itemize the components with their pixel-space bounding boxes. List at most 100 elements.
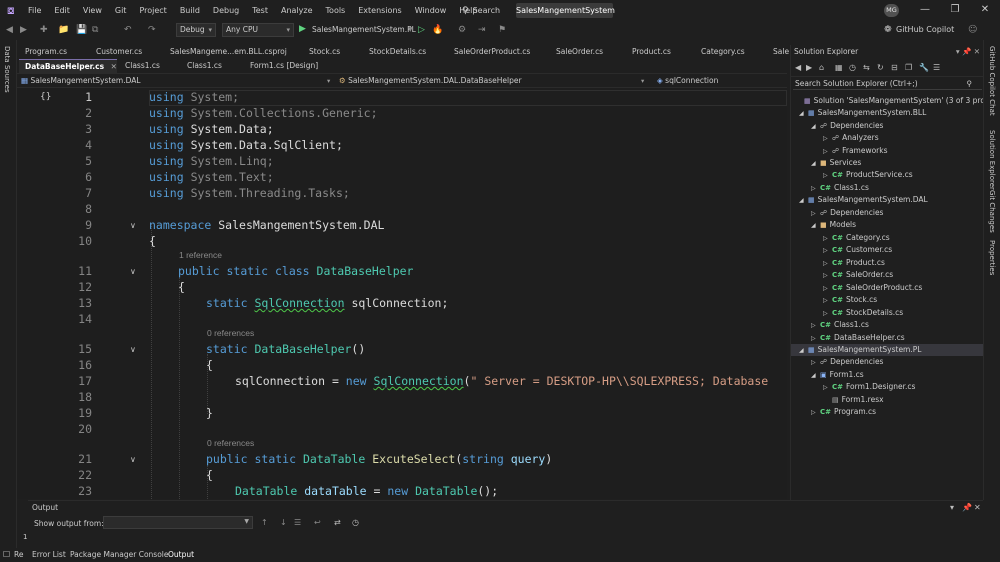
tree-node-project-dal[interactable]: ◢ ▦ SalesMangementSystem.DAL — [799, 194, 928, 206]
collapse-method-icon[interactable]: ∨ — [130, 455, 136, 464]
start-debugging-icon[interactable]: ▶ — [299, 24, 306, 34]
tree-node-analyzers[interactable]: ▷ ☍ Analyzers — [823, 132, 879, 144]
codelens-references[interactable]: 0 references — [207, 438, 254, 448]
next-message-icon[interactable]: ↓ — [280, 518, 287, 527]
collapse-constructor-icon[interactable]: ∨ — [130, 345, 136, 354]
codelens-references[interactable]: 1 reference — [179, 250, 222, 260]
back-icon[interactable]: ◀ — [795, 63, 801, 72]
global-search-button[interactable]: ⚲ Search — [462, 4, 500, 17]
menu-project[interactable]: Project — [139, 6, 166, 15]
tab-class1-cs-dal[interactable]: Class1.cs — [181, 59, 222, 73]
tree-node-file[interactable]: ▷ C# DataBaseHelper.cs — [811, 332, 905, 344]
menu-build[interactable]: Build — [180, 6, 200, 15]
tab-stock-cs[interactable]: Stock.cs — [303, 45, 340, 59]
github-copilot-button[interactable]: GitHub Copilot — [896, 25, 954, 34]
tab-class1-cs-bll[interactable]: Class1.cs — [119, 59, 160, 73]
collapse-class-icon[interactable]: ∨ — [130, 267, 136, 276]
tree-node-file[interactable]: ▷ C# SaleOrderProduct.cs — [823, 282, 922, 294]
redo-icon[interactable]: ↷ — [148, 25, 156, 35]
expanded-arrow-icon[interactable]: ◢ — [799, 195, 808, 207]
tree-node-project-bll[interactable]: ◢ ▦ SalesMangementSystem.BLL — [799, 107, 926, 119]
preview-icon[interactable]: ☰ — [933, 63, 940, 72]
tree-node-dependencies[interactable]: ▷ ☍ Dependencies — [811, 207, 883, 219]
properties-tab[interactable]: Properties — [988, 240, 996, 275]
account-avatar[interactable]: MG — [884, 4, 899, 17]
tree-node-file[interactable]: ▤ Form1.resx — [823, 394, 884, 406]
menu-git[interactable]: Git — [115, 6, 127, 15]
expanded-arrow-icon[interactable]: ◢ — [811, 158, 820, 170]
tree-node-file[interactable]: ▷ C# ProductService.cs — [823, 169, 913, 181]
find-message-icon[interactable]: ↑ — [261, 518, 268, 527]
refresh-icon[interactable]: ↻ — [877, 63, 884, 72]
tree-node-frameworks[interactable]: ▷ ☍ Frameworks — [823, 145, 888, 157]
timestamp-icon[interactable]: ◷ — [352, 518, 359, 527]
tab-error-list[interactable]: Error List — [32, 550, 66, 559]
tab-saleorderproduct-cs[interactable]: SaleOrderProduct.cs — [448, 45, 530, 59]
switch-views-icon[interactable]: ▦ — [835, 63, 843, 72]
tree-node-dependencies[interactable]: ▷ ☍ Dependencies — [811, 356, 883, 368]
pending-changes-filter-icon[interactable]: ◷ — [849, 63, 856, 72]
tree-node-form[interactable]: ◢ ▣ Form1.cs — [811, 369, 864, 381]
collapsed-arrow-icon[interactable]: ▷ — [823, 245, 832, 257]
menu-extensions[interactable]: Extensions — [358, 6, 401, 15]
start-without-debugging-icon[interactable]: ▷ — [418, 25, 425, 35]
step-icon[interactable]: ⇥ — [478, 25, 486, 35]
tree-node-dependencies[interactable]: ◢ ☍ Dependencies — [811, 120, 883, 132]
type-dropdown[interactable]: ⚙ SalesMangementSystem.DAL.DataBaseHelpe… — [339, 75, 654, 87]
collapsed-arrow-icon[interactable]: ▷ — [811, 407, 820, 419]
tab-stockdetails-cs[interactable]: StockDetails.cs — [363, 45, 426, 59]
expanded-arrow-icon[interactable]: ◢ — [811, 220, 820, 232]
expanded-arrow-icon[interactable]: ◢ — [799, 108, 808, 120]
tab-output[interactable]: Output — [168, 550, 194, 559]
forward-icon[interactable]: ▶ — [20, 25, 27, 35]
start-debugging-dropdown-icon[interactable]: ▾ — [408, 25, 413, 35]
collapsed-arrow-icon[interactable]: ▷ — [811, 357, 820, 369]
tab-bll-csproj[interactable]: SalesMangeme...em.BLL.csproj — [164, 45, 287, 59]
solution-platform-dropdown[interactable]: Any CPU ▾ — [222, 23, 294, 37]
tab-form1-design[interactable]: Form1.cs [Design] — [244, 59, 318, 73]
project-dropdown[interactable]: ▦ SalesMangementSystem.DAL ▾ — [21, 75, 336, 87]
expanded-arrow-icon[interactable]: ◢ — [799, 345, 808, 357]
close-icon[interactable]: ✕ — [976, 2, 994, 18]
tree-node-file[interactable]: ▷ C# Class1.cs — [811, 182, 869, 194]
close-tab-icon[interactable]: ✕ — [111, 62, 117, 71]
maximize-icon[interactable]: ❐ — [946, 2, 964, 18]
clear-all-icon[interactable]: ☰ — [294, 518, 301, 527]
menu-window[interactable]: Window — [415, 6, 447, 15]
collapsed-arrow-icon[interactable]: ▷ — [823, 270, 832, 282]
tree-node-services-folder[interactable]: ◢ ■ Services — [811, 157, 861, 169]
home-icon[interactable]: ⌂ — [819, 63, 824, 72]
collapsed-arrow-icon[interactable]: ▷ — [823, 170, 832, 182]
tree-node-file[interactable]: ▷ C# Product.cs — [823, 257, 885, 269]
code-editor[interactable]: {} 1 2 3 4 5 6 7 8 9 10 11 12 13 14 15 1… — [17, 88, 787, 499]
menu-edit[interactable]: Edit — [54, 6, 70, 15]
menu-analyze[interactable]: Analyze — [281, 6, 313, 15]
menu-test[interactable]: Test — [252, 6, 268, 15]
menu-view[interactable]: View — [83, 6, 102, 15]
solution-configuration-dropdown[interactable]: Debug ▾ — [176, 23, 216, 37]
data-sources-tab[interactable]: Data Sources — [3, 46, 11, 93]
feedback-icon[interactable]: ☺ — [968, 25, 977, 35]
menu-file[interactable]: File — [28, 6, 41, 15]
tab-sale-overflow[interactable]: Sale — [767, 45, 789, 59]
menu-tools[interactable]: Tools — [326, 6, 346, 15]
member-dropdown[interactable]: ◈ sqlConnection — [657, 75, 785, 87]
menu-debug[interactable]: Debug — [213, 6, 239, 15]
tree-node-file[interactable]: ▷ C# Customer.cs — [823, 244, 892, 256]
tree-node-file[interactable]: ▷ C# Program.cs — [811, 406, 876, 418]
minimize-icon[interactable]: — — [916, 2, 934, 18]
tree-node-models-folder[interactable]: ◢ ■ Models — [811, 219, 856, 231]
back-icon[interactable]: ◀ — [6, 25, 13, 35]
close-icon[interactable]: ✕ — [974, 503, 981, 512]
show-all-files-icon[interactable]: ❐ — [905, 63, 912, 72]
tab-saleorder-cs[interactable]: SaleOrder.cs — [550, 45, 603, 59]
quick-actions-icon[interactable]: {} — [40, 92, 51, 102]
output-source-dropdown[interactable]: ▼ — [103, 516, 253, 529]
collapsed-arrow-icon[interactable]: ▷ — [823, 382, 832, 394]
properties-icon[interactable]: 🔧 — [919, 63, 929, 72]
codelens-references[interactable]: 0 references — [207, 328, 254, 338]
expanded-arrow-icon[interactable]: ◢ — [811, 370, 820, 382]
forward-icon[interactable]: ▶ — [806, 63, 812, 72]
undo-icon[interactable]: ↶ — [124, 25, 132, 35]
github-copilot-chat-tab[interactable]: GitHub Copilot Chat — [988, 46, 996, 116]
